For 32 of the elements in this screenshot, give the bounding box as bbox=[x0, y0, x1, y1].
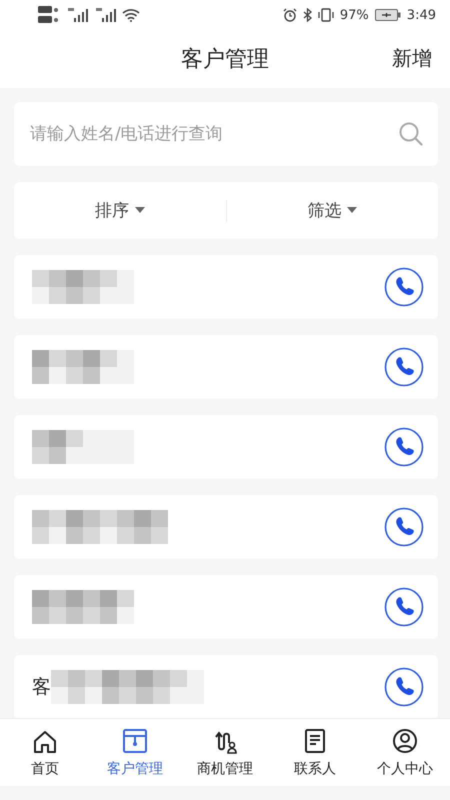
search-field[interactable]: 请输入姓名/电话进行查询 bbox=[14, 102, 438, 166]
nav-tab[interactable]: 客户管理 bbox=[90, 723, 180, 782]
profile-icon bbox=[391, 727, 419, 755]
dropdown-caret-icon bbox=[134, 207, 145, 214]
filter-dropdown[interactable]: 筛选 bbox=[226, 198, 438, 223]
signal-icon bbox=[94, 7, 116, 23]
nav-tab[interactable]: 首页 bbox=[0, 723, 90, 782]
signal-icon bbox=[66, 7, 88, 23]
phone-call-icon[interactable] bbox=[384, 427, 424, 467]
clock-time: 3:49 bbox=[406, 8, 436, 22]
customer-card[interactable]: 客 bbox=[14, 655, 438, 718]
hd-icon bbox=[38, 5, 60, 25]
alarm-icon bbox=[282, 8, 297, 22]
nav-tab[interactable]: 商机管理 bbox=[180, 723, 270, 782]
dropdown-caret-icon bbox=[347, 207, 358, 214]
nav-tab[interactable]: 联系人 bbox=[270, 723, 360, 782]
nav-tab[interactable]: 个人中心 bbox=[360, 723, 450, 782]
add-button[interactable]: 新增 bbox=[390, 43, 434, 74]
phone-call-icon[interactable] bbox=[384, 587, 424, 627]
phone-call-icon[interactable] bbox=[384, 267, 424, 307]
page-title: 客户管理 bbox=[181, 46, 269, 74]
vibrate-icon bbox=[318, 8, 334, 22]
phone-call-icon[interactable] bbox=[384, 667, 424, 707]
wifi-icon bbox=[122, 8, 140, 22]
customer-name: 客 bbox=[32, 675, 51, 700]
battery-charging-icon bbox=[374, 9, 401, 21]
bluetooth-icon bbox=[302, 8, 312, 22]
filter-dropdown[interactable]: 排序 bbox=[14, 198, 226, 223]
phone-call-icon[interactable] bbox=[384, 507, 424, 547]
phone-call-icon[interactable] bbox=[384, 347, 424, 387]
battery-percent: 97% bbox=[340, 8, 369, 22]
customer-icon bbox=[121, 727, 149, 755]
